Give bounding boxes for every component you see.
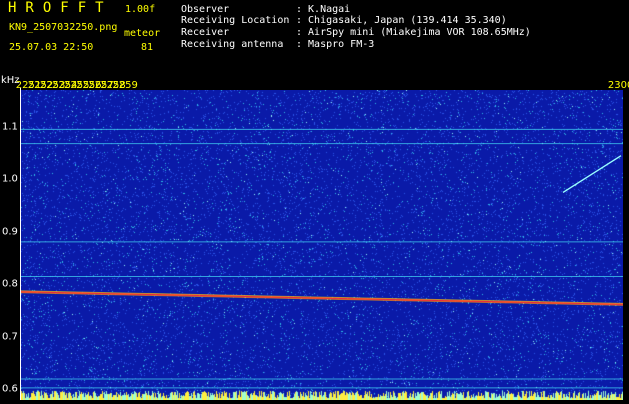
meteor-echo-streak	[562, 155, 622, 194]
drift-signal-line	[20, 290, 623, 306]
app-version: 1.00f	[125, 4, 156, 15]
y-tick-label: 0.8	[2, 278, 18, 290]
y-tick-label: 1.1	[2, 121, 18, 133]
header-panel: HROFFT 1.00f KN9_2507032250.png 25.07.03…	[0, 0, 629, 74]
meteor-count: 81	[141, 42, 154, 53]
observer-value: : K.Nagai	[296, 4, 351, 15]
capture-datetime: 25.07.03 22:50	[9, 42, 94, 53]
antenna-value: : Maspro FM-3	[296, 39, 375, 50]
spectrogram-overlay	[20, 128, 623, 389]
y-tick-label: 1.0	[2, 173, 18, 185]
antenna-label: Receiving antenna	[181, 39, 284, 50]
drift-signal-line	[20, 292, 623, 306]
meteor-label: meteor	[124, 28, 161, 39]
receiver-value: : AirSpy mini (Miakejima VOR 108.65MHz)	[296, 27, 531, 38]
y-tick-label: 0.9	[2, 226, 18, 238]
receiver-label: Receiver	[181, 27, 230, 38]
location-value: : Chigasaki, Japan (139.414 35.340)	[296, 15, 507, 26]
drift-signal-line	[20, 290, 623, 304]
location-label: Receiving Location	[181, 15, 290, 26]
file-name: KN9_2507032250.png	[9, 22, 118, 33]
y-tick-label: 0.7	[2, 331, 18, 343]
spectrogram-plot	[20, 90, 623, 400]
y-tick-label: 0.6	[2, 383, 18, 395]
app-brand: HROFFT	[8, 0, 113, 16]
observer-label: Observer	[181, 4, 230, 15]
y-axis-line	[20, 88, 21, 400]
